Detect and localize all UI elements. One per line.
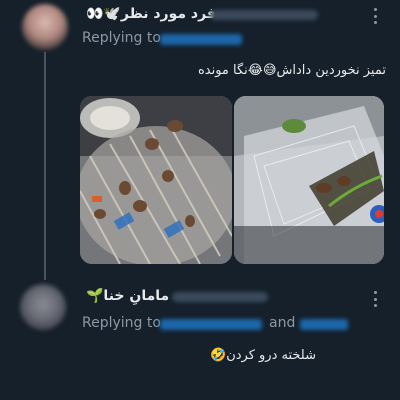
- more-options-icon[interactable]: [369, 8, 381, 24]
- replying-to-mention-redacted[interactable]: [300, 319, 348, 330]
- tweet-text: تمیز نخوردین داداش😅😂نگا مونده: [197, 63, 386, 78]
- handle-redacted: [210, 10, 318, 20]
- display-name[interactable]: مامانِ خنا🌱: [86, 288, 169, 304]
- tweet-text: شلخته درو کردن🤣: [210, 348, 316, 363]
- replying-and-label: and: [269, 315, 296, 331]
- replying-to-mention-redacted[interactable]: [160, 319, 262, 330]
- handle-redacted: [172, 292, 268, 302]
- replying-to-label: Replying to: [82, 315, 161, 331]
- photo-plastic-container: [234, 96, 384, 264]
- avatar[interactable]: [22, 4, 68, 50]
- media-photo-2[interactable]: [234, 96, 384, 264]
- display-name[interactable]: فرد مورد نظر🕊️👀: [86, 6, 216, 22]
- replying-to-mention-redacted[interactable]: [160, 34, 242, 45]
- more-options-icon[interactable]: [369, 291, 381, 307]
- replying-to-label: Replying to: [82, 30, 161, 46]
- media-photo-1[interactable]: [80, 96, 232, 264]
- photo-kebab-skewers: [80, 96, 232, 264]
- thread-connector-line: [44, 52, 46, 280]
- avatar[interactable]: [20, 284, 66, 330]
